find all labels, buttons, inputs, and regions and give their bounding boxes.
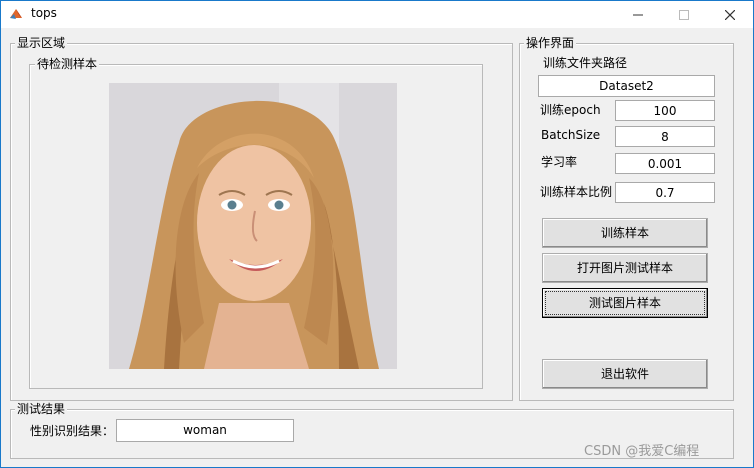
minimize-button[interactable] (615, 1, 661, 28)
batchsize-label: BatchSize (541, 128, 601, 142)
maximize-icon (679, 9, 689, 20)
open-image-test-button[interactable]: 打开图片测试样本 (542, 253, 708, 283)
maximize-button[interactable] (661, 1, 707, 28)
train-samples-button[interactable]: 训练样本 (542, 218, 708, 248)
matlab-icon (10, 9, 22, 19)
epoch-field[interactable]: 100 (615, 100, 715, 121)
train-folder-label: 训练文件夹路径 (543, 56, 628, 70)
close-icon (725, 9, 735, 20)
minimize-icon (633, 14, 643, 15)
display-area-legend: 显示区域 (15, 36, 68, 50)
portrait-image (109, 83, 397, 369)
sample-group-legend: 待检测样本 (35, 57, 100, 71)
learning-rate-label: 学习率 (541, 155, 578, 169)
window-title: tops (31, 6, 57, 20)
learning-rate-field[interactable]: 0.001 (615, 153, 715, 174)
train-folder-field[interactable]: Dataset2 (538, 75, 715, 97)
operation-panel-legend: 操作界面 (524, 36, 577, 50)
train-ratio-label: 训练样本比例 (540, 185, 613, 199)
batchsize-field[interactable]: 8 (615, 126, 715, 147)
epoch-label: 训练epoch (540, 103, 601, 117)
exit-button[interactable]: 退出软件 (542, 359, 708, 389)
title-bar: tops (1, 1, 753, 28)
app-window: tops 显示区域 待检测样本 操作界面 训练文件夹路径 Dataset2 训练… (0, 0, 754, 468)
close-button[interactable] (707, 1, 753, 28)
test-image-button[interactable]: 测试图片样本 (542, 288, 708, 318)
train-ratio-field[interactable]: 0.7 (615, 182, 715, 203)
gender-result-label: 性别识别结果： (30, 424, 115, 438)
result-legend: 测试结果 (15, 402, 68, 416)
sample-image (109, 83, 397, 369)
csdn-watermark: CSDN @我爱C编程 (584, 444, 700, 459)
gender-result-field[interactable]: woman (116, 419, 294, 442)
